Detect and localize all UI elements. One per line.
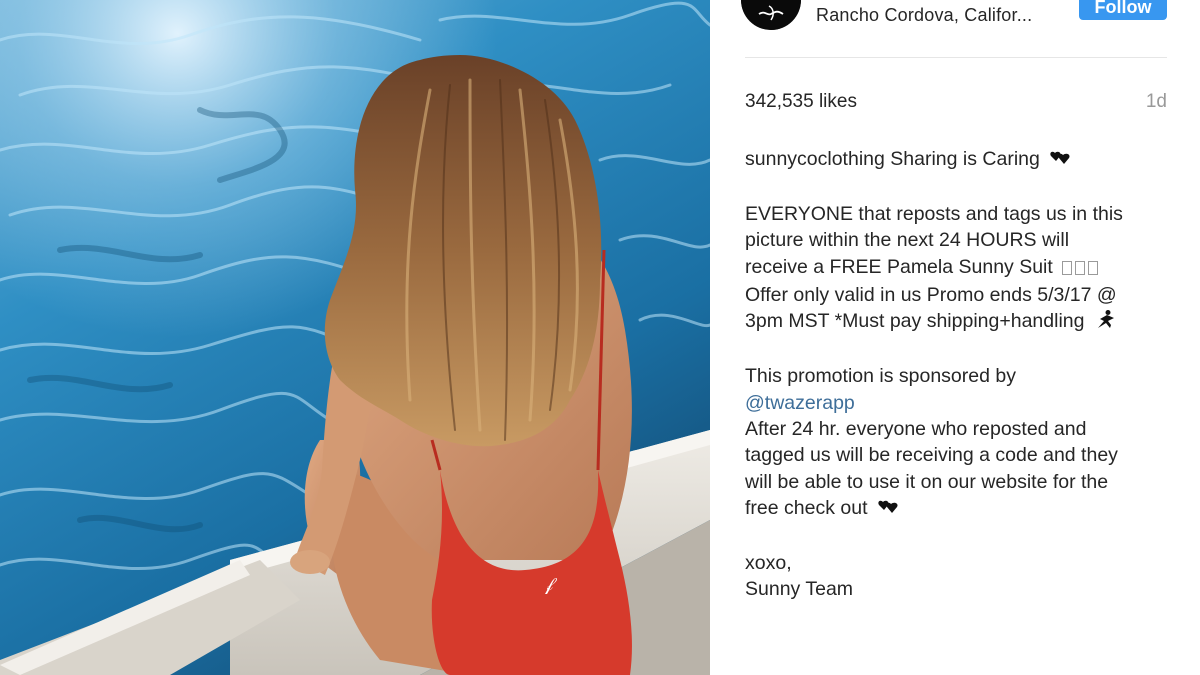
post-location[interactable]: Rancho Cordova, Califor... <box>816 5 1032 26</box>
two-hearts-icon <box>877 497 899 523</box>
likes-count[interactable]: 342,535 likes <box>745 91 857 113</box>
caption-line: will be able to use it on our website fo… <box>745 470 1109 493</box>
post-caption: sunnycoclothing Sharing is Caring EVERYO… <box>745 146 1175 603</box>
caption-line-with-emoji: free check out <box>745 495 1175 523</box>
caption-signoff: Sunny Team <box>745 578 854 601</box>
instagram-post: 𝒻 Rancho Cordova, Califor... Follow 342,… <box>0 0 1200 675</box>
mention-link[interactable]: @twazerapp <box>745 392 855 414</box>
caption-line-with-emoji: receive a FREE Pamela Sunny Suit <box>745 254 1175 282</box>
header-divider <box>745 57 1167 58</box>
caption-line: This promotion is sponsored by <box>745 365 1016 388</box>
dancer-icon <box>1094 309 1116 336</box>
two-hearts-icon <box>1049 148 1071 174</box>
caption-mention-line: @twazerapp <box>745 390 1175 416</box>
caption-intro-text: Sharing is Caring <box>890 148 1040 170</box>
caption-line: Offer only valid in us Promo ends 5/3/17… <box>745 284 1117 307</box>
caption-intro-line: sunnycoclothing Sharing is Caring <box>745 146 1175 174</box>
missing-glyph-icon <box>1062 256 1101 282</box>
follow-button[interactable]: Follow <box>1079 0 1167 20</box>
post-photo[interactable]: 𝒻 <box>0 0 710 675</box>
caption-line: tagged us will be receiving a code and t… <box>745 444 1118 467</box>
caption-line: After 24 hr. everyone who reposted and <box>745 418 1087 441</box>
caption-signoff: xoxo, <box>745 552 792 575</box>
caption-username[interactable]: sunnycoclothing <box>745 148 885 170</box>
caption-line: picture within the next 24 HOURS will <box>745 229 1070 252</box>
post-timestamp[interactable]: 1d <box>1100 91 1167 113</box>
caption-line-text: free check out <box>745 497 868 520</box>
pool-photo-illustration: 𝒻 <box>0 0 710 675</box>
caption-line-text: receive a FREE Pamela Sunny Suit <box>745 255 1053 278</box>
caption-line: EVERYONE that reposts and tags us in thi… <box>745 202 1123 225</box>
caption-line-text: 3pm MST *Must pay shipping+handling <box>745 310 1085 333</box>
caption-line-with-emoji: 3pm MST *Must pay shipping+handling <box>745 308 1175 336</box>
